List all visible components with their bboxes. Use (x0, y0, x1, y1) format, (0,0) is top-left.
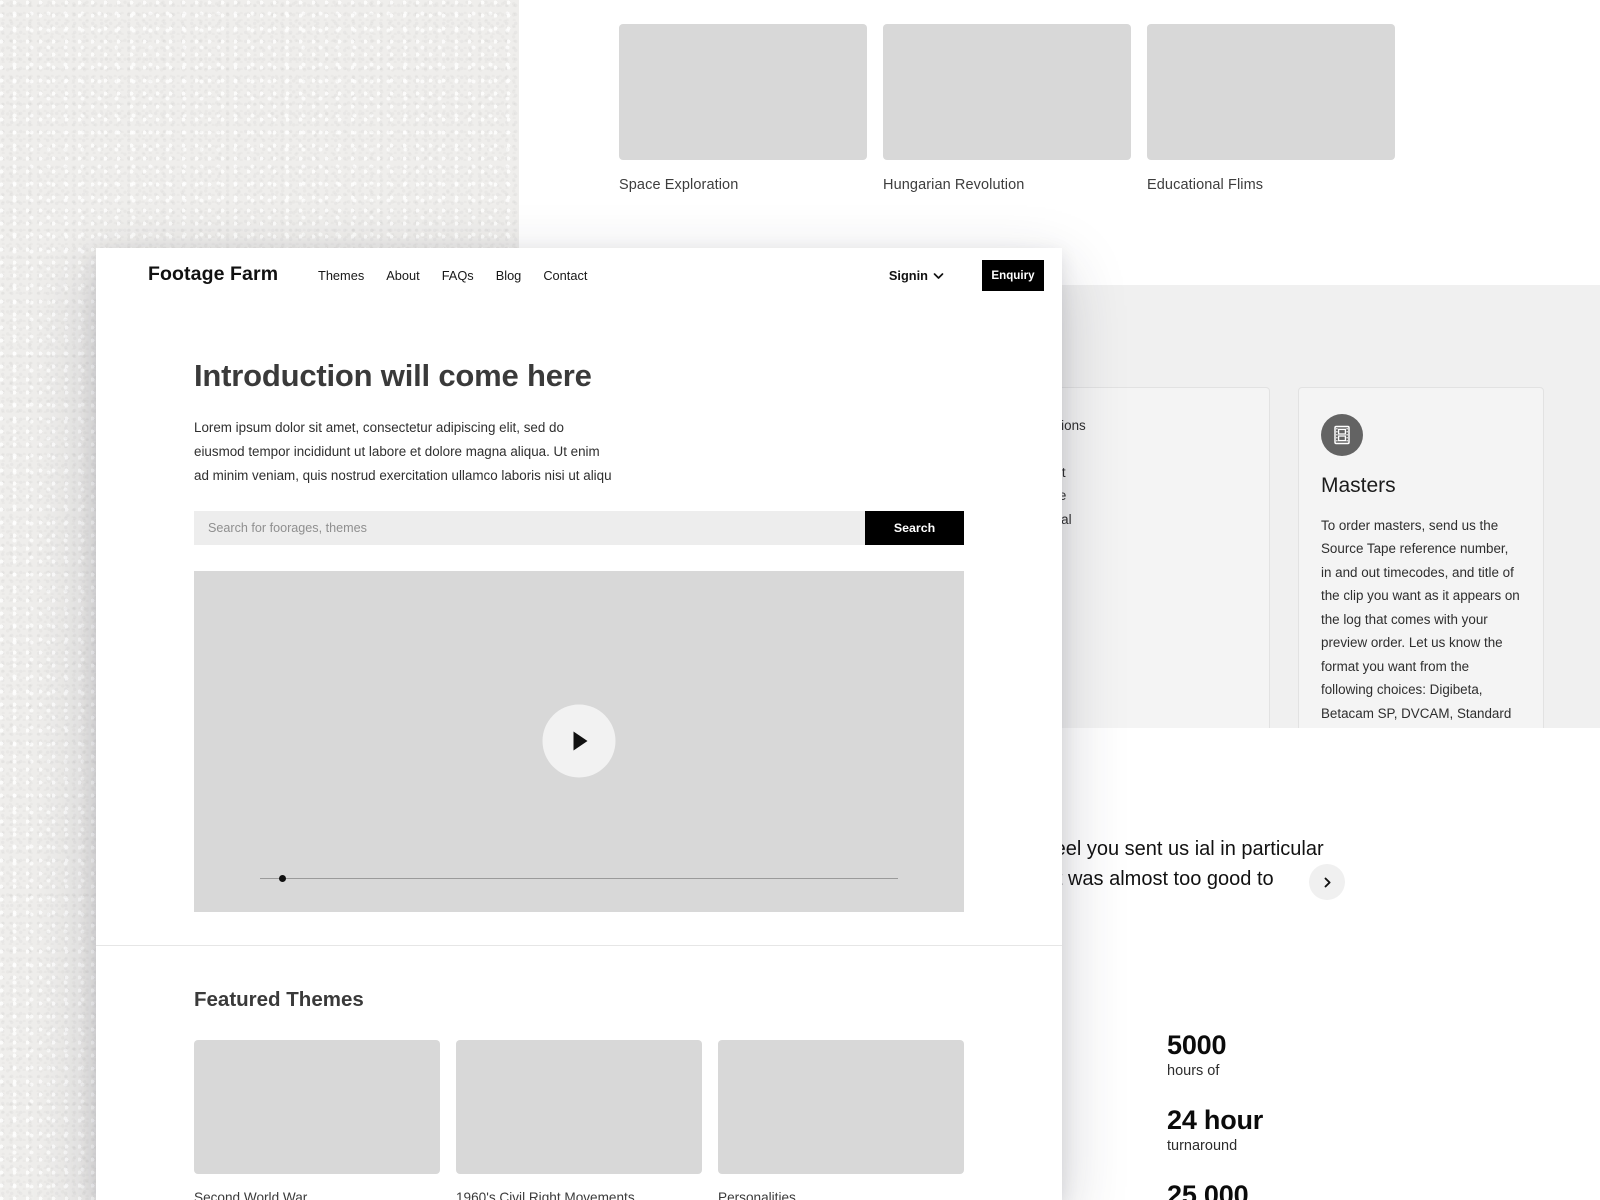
main-navigation: Themes About FAQs Blog Contact (318, 268, 587, 283)
stats-list: 5000 hours of 24 hour turnaround 25,000 (1167, 1030, 1263, 1200)
clipped-text-line: iptions (1047, 418, 1086, 433)
thumbnail-placeholder (619, 24, 867, 160)
seek-handle[interactable] (279, 874, 287, 882)
featured-theme-grid: Second World War 1960's Civil Right Move… (194, 1039, 964, 1200)
list-item[interactable]: 1960's Civil Right Movements (456, 1039, 702, 1200)
clipped-text-line: : at (1047, 461, 1247, 484)
film-strip-icon (1321, 414, 1363, 456)
nav-item-themes[interactable]: Themes (318, 268, 364, 283)
page-title: Introduction will come here (194, 358, 592, 393)
search-input[interactable] (194, 510, 865, 545)
list-item[interactable]: Educational Flims (1147, 24, 1395, 193)
featured-themes-section: Featured Themes Second World War 1960's … (96, 988, 1062, 1200)
signin-dropdown[interactable]: Signin (889, 268, 944, 283)
card-title: Masters (1321, 474, 1396, 497)
clipped-text-line: are (1047, 484, 1247, 507)
stat-number: 5000 (1167, 1030, 1227, 1060)
card-caption: Personalities (718, 1189, 796, 1200)
navbar: Footage Farm Themes About FAQs Blog Cont… (96, 254, 1062, 302)
brand-logo[interactable]: Footage Farm (148, 263, 278, 286)
play-button[interactable] (542, 704, 616, 778)
card-caption: Educational Flims (1147, 177, 1264, 193)
stat-label: turnaround (1167, 1138, 1238, 1155)
thumbnail-placeholder (718, 1039, 964, 1174)
chevron-down-icon (933, 272, 944, 279)
signin-label: Signin (888, 268, 928, 283)
hero-subtitle: Lorem ipsum dolor sit amet, consectetur … (194, 420, 612, 483)
stat-item: 24 hour turnaround (1167, 1105, 1263, 1154)
thumbnail-placeholder (1147, 24, 1395, 160)
stat-number: 24 hour (1167, 1105, 1264, 1136)
search-bar: Search (194, 510, 964, 545)
stat-number: 25,000 (1167, 1180, 1249, 1200)
info-card-masters[interactable]: Masters To order masters, send us the So… (1298, 387, 1544, 774)
thumbnail-placeholder (883, 24, 1131, 160)
info-card-list: iptions c : at are gital (1024, 387, 1544, 774)
play-icon (573, 731, 587, 751)
nav-item-about[interactable]: About (386, 268, 419, 283)
chevron-right-icon (1324, 877, 1331, 887)
nav-item-contact[interactable]: Contact (543, 268, 587, 283)
stat-label: hours of (1167, 1063, 1220, 1080)
video-seek-bar[interactable] (260, 874, 898, 884)
card-caption: Second World War (194, 1189, 308, 1200)
card-body-text: To order masters, send us the Source Tap… (1321, 518, 1520, 744)
hero-section: Introduction will come here Lorem ipsum … (96, 358, 1062, 912)
app-window: Footage Farm Themes About FAQs Blog Cont… (96, 248, 1062, 1200)
search-button[interactable]: Search (865, 510, 964, 545)
thumbnail-placeholder (456, 1039, 702, 1174)
background-board-top: Space Exploration Hungarian Revolution E… (519, 0, 1600, 288)
testimonial-next-button[interactable] (1309, 864, 1345, 900)
card-caption: 1960's Civil Right Movements (456, 1189, 635, 1200)
stat-item: 25,000 (1167, 1180, 1263, 1200)
thumbnail-placeholder (194, 1039, 440, 1174)
card-caption: Space Exploration (619, 177, 739, 193)
list-item[interactable]: Personalities (718, 1039, 964, 1200)
nav-item-faqs[interactable]: FAQs (442, 268, 474, 283)
video-player[interactable] (194, 570, 964, 912)
clipped-text-line: c (1047, 437, 1247, 460)
top-card-list: Space Exploration Hungarian Revolution E… (619, 24, 1395, 193)
list-item[interactable]: Second World War (194, 1039, 440, 1200)
list-item[interactable]: Hungarian Revolution (883, 24, 1131, 193)
clipped-text-line: gital (1047, 508, 1247, 531)
list-item[interactable]: Space Exploration (619, 24, 867, 193)
stat-item: 5000 hours of (1167, 1030, 1263, 1079)
section-divider (96, 944, 1062, 946)
seek-track (260, 878, 898, 880)
nav-item-blog[interactable]: Blog (496, 268, 522, 283)
card-caption: Hungarian Revolution (883, 177, 1025, 193)
section-title: Featured Themes (194, 987, 364, 1011)
enquiry-button[interactable]: Enquiry (982, 260, 1044, 291)
page-background: Space Exploration Hungarian Revolution E… (0, 0, 1600, 1200)
